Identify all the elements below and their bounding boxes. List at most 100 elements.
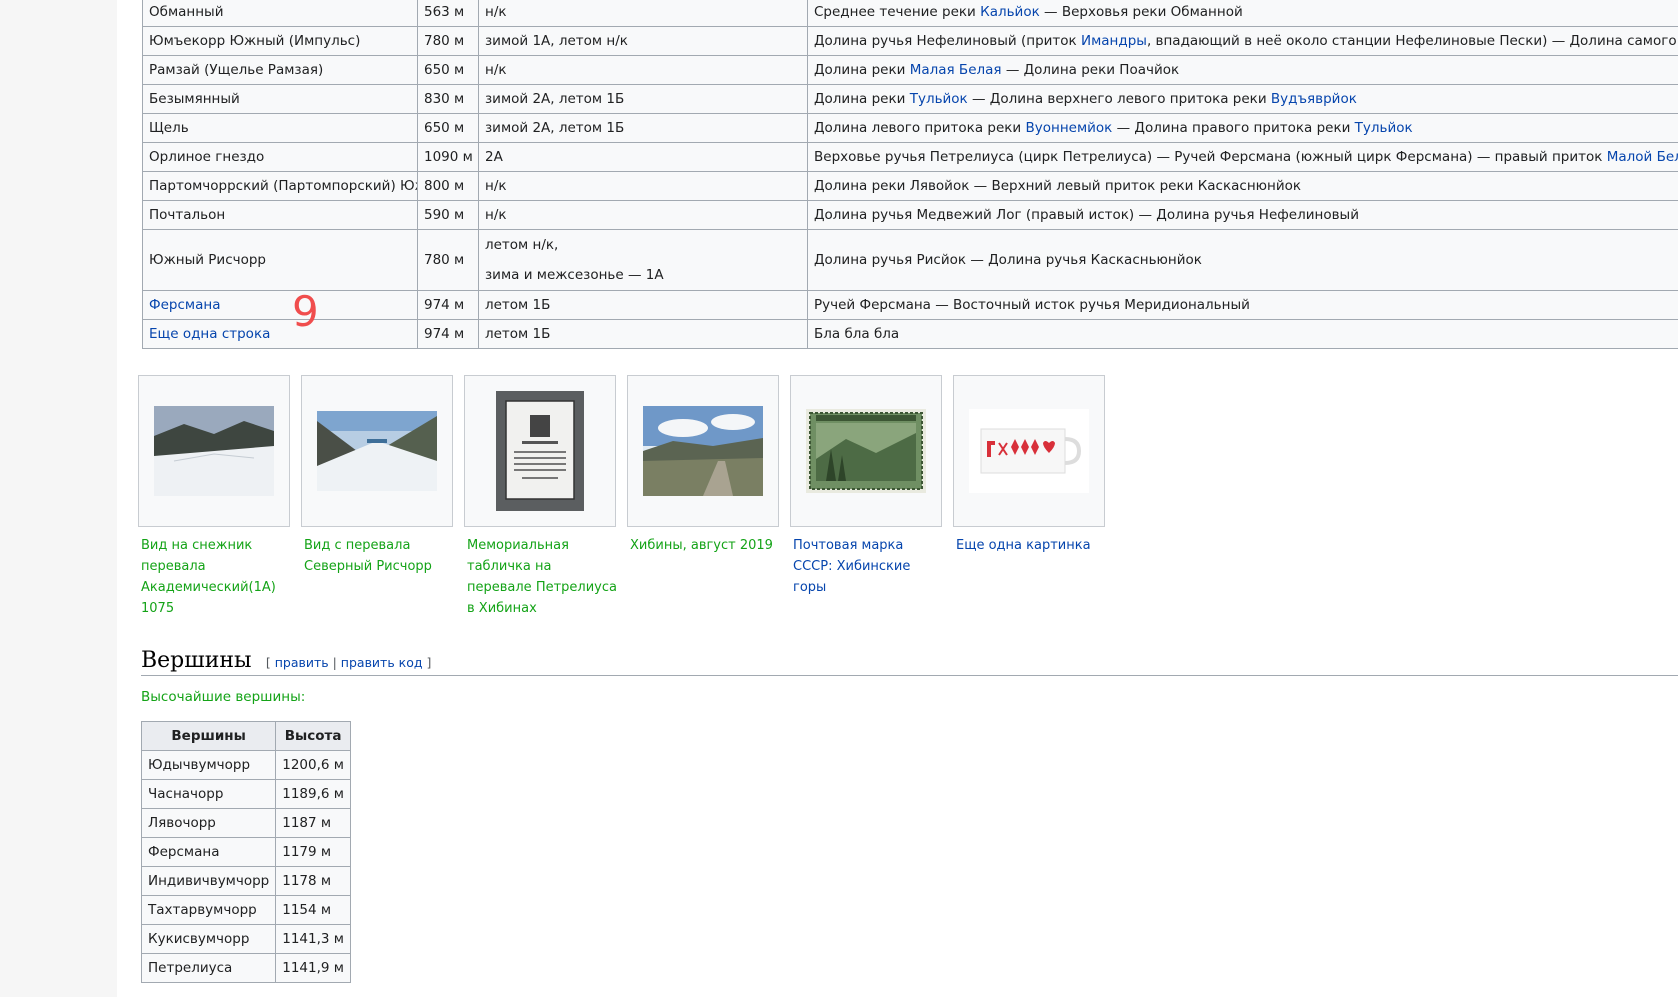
pass-route-cell: Среднее течение реки Кальйок — Верховья … bbox=[807, 0, 1678, 27]
pass-route-cell: Долина ручья Нефелиновый (приток Имандры… bbox=[807, 26, 1678, 56]
gallery-caption-6[interactable]: Еще одна картинка bbox=[953, 527, 1109, 556]
peak-name-cell: Петрелиуса bbox=[140, 953, 277, 983]
pass-route-cell: Долина ручья Рисйок — Долина ручья Каска… bbox=[807, 229, 1678, 291]
pass-name-cell: Партомчоррский (Партомпорский) Южный bbox=[142, 171, 418, 201]
route-text: Долина ручья Медвежий Лог (правый исток)… bbox=[814, 206, 1359, 223]
peak-name-cell: Индивичвумчорр bbox=[140, 866, 277, 896]
gallery-thumb-4[interactable] bbox=[627, 375, 779, 527]
route-link[interactable]: Тульйок bbox=[1355, 120, 1413, 136]
column-header-height[interactable]: Высота bbox=[275, 721, 351, 751]
column-header-peaks[interactable]: Вершины bbox=[140, 721, 277, 751]
pass-category-cell: 2А bbox=[478, 142, 808, 172]
left-sidebar bbox=[0, 0, 118, 997]
route-link[interactable]: Тульйок bbox=[910, 91, 968, 107]
table-row: Обманный 563 м н/к Среднее течение реки Кал… bbox=[142, 0, 1678, 27]
table-row: Часначорр 1189,6 м bbox=[140, 779, 351, 809]
gallery-caption-1[interactable]: Вид на снежник перевала Академический(1А… bbox=[138, 527, 294, 619]
category-line: зима и межсезонье — 1А bbox=[485, 267, 664, 283]
gallery-thumb-3[interactable] bbox=[464, 375, 616, 527]
edit-code-link[interactable]: править код bbox=[341, 655, 423, 670]
peak-name-cell: Лявочорр bbox=[140, 808, 277, 838]
gallery-thumb-5[interactable] bbox=[790, 375, 942, 527]
route-link[interactable]: Вудъяврйок bbox=[1271, 91, 1357, 107]
peak-height-cell: 1189,6 м bbox=[275, 779, 351, 809]
peak-height-cell: 1141,9 м bbox=[275, 953, 351, 983]
pass-name-cell[interactable]: Еще одна строка bbox=[142, 319, 418, 349]
table-row: Орлиное гнездо 1090 м 2А Верховье ручья Пет… bbox=[142, 142, 1678, 172]
pass-height-cell: 974 м bbox=[417, 290, 479, 320]
gallery-item: Мемориальная табличка на перевале Петрел… bbox=[464, 375, 620, 619]
pass-category-cell: зимой 2А, летом 1Б bbox=[478, 84, 808, 114]
snowfield-photo-icon bbox=[154, 406, 274, 496]
pass-name-cell: Южный Рисчорр bbox=[142, 229, 418, 291]
gallery-thumb-1[interactable] bbox=[138, 375, 290, 527]
edit-bracket-close: ] bbox=[422, 655, 432, 670]
route-text: — Долина верхнего левого притока реки bbox=[967, 90, 1271, 107]
peak-height-cell: 1179 м bbox=[275, 837, 351, 867]
pass-height-cell: 800 м bbox=[417, 171, 479, 201]
valley-photo-icon bbox=[317, 411, 437, 491]
table-row: Безымянный 830 м зимой 2А, летом 1Б Долина … bbox=[142, 84, 1678, 114]
gallery-item: Вид с перевала Северный Рисчорр bbox=[301, 375, 457, 619]
section-heading: Вершины [ править | править код ] bbox=[141, 648, 1678, 676]
table-row: Ферсмана 974 м летом 1Б Ручей Ферсмана — Во… bbox=[142, 290, 1678, 320]
pass-height-cell: 563 м bbox=[417, 0, 479, 27]
peaks-table: Вершины Высота Юдычвумчорр 1200,6 м Часнач… bbox=[140, 721, 351, 983]
route-link[interactable]: Малая Белая bbox=[910, 62, 1002, 78]
route-text: Долина левого притока реки bbox=[814, 119, 1026, 136]
table-row: Тахтарвумчорр 1154 м bbox=[140, 895, 351, 925]
pass-name-cell[interactable]: Ферсмана bbox=[142, 290, 418, 320]
peak-height-cell: 1154 м bbox=[275, 895, 351, 925]
pass-category-cell: н/к bbox=[478, 200, 808, 230]
pass-route-cell: Ручей Ферсмана — Восточный исток ручья М… bbox=[807, 290, 1678, 320]
gallery-caption-2[interactable]: Вид с перевала Северный Рисчорр bbox=[301, 527, 457, 577]
route-text: Долина ручья Нефелиновый (приток bbox=[814, 32, 1081, 49]
section-edit-links: [ править | править код ] bbox=[266, 655, 432, 670]
pass-route-cell: Долина левого притока реки Вуоннемйок — … bbox=[807, 113, 1678, 143]
pass-name-cell: Щель bbox=[142, 113, 418, 143]
pass-name-link[interactable]: Еще одна строка bbox=[149, 326, 270, 342]
pass-height-cell: 1090 м bbox=[417, 142, 479, 172]
table-header-row: Вершины Высота bbox=[140, 721, 351, 751]
article-content: Обманный 563 м н/к Среднее течение реки Кал… bbox=[117, 0, 1678, 997]
route-link[interactable]: Малой Белой bbox=[1607, 149, 1678, 165]
peak-height-cell: 1141,3 м bbox=[275, 924, 351, 954]
edit-link[interactable]: править bbox=[275, 655, 329, 670]
route-link[interactable]: Имандры bbox=[1081, 33, 1147, 49]
pass-height-cell: 650 м bbox=[417, 55, 479, 85]
table-row: Еще одна строка 974 м летом 1Б Бла бла бла bbox=[142, 319, 1678, 349]
pass-category-cell: н/к bbox=[478, 0, 808, 27]
pass-height-cell: 650 м bbox=[417, 113, 479, 143]
peak-height-cell: 1178 м bbox=[275, 866, 351, 896]
peak-name-cell: Кукисвумчорр bbox=[140, 924, 277, 954]
gallery-item: Почтовая марка СССР: Хибинские горы bbox=[790, 375, 946, 619]
pass-route-cell: Верховье ручья Петрелиуса (цирк Петрелиу… bbox=[807, 142, 1678, 172]
pass-name-cell: Обманный bbox=[142, 0, 418, 27]
pass-height-cell: 780 м bbox=[417, 26, 479, 56]
gallery-caption-4[interactable]: Хибины, август 2019 bbox=[627, 527, 783, 556]
pass-height-cell: 974 м bbox=[417, 319, 479, 349]
route-link[interactable]: Вуоннемйок bbox=[1026, 120, 1113, 136]
pass-height-cell: 830 м bbox=[417, 84, 479, 114]
category-line: летом н/к, bbox=[485, 237, 559, 253]
pass-route-cell: Бла бла бла bbox=[807, 319, 1678, 349]
gallery-caption-3[interactable]: Мемориальная табличка на перевале Петрел… bbox=[464, 527, 620, 619]
pass-name-link[interactable]: Ферсмана bbox=[149, 297, 220, 313]
postage-stamp-icon bbox=[806, 409, 926, 493]
peak-name-cell: Юдычвумчорр bbox=[140, 750, 277, 780]
edit-separator: | bbox=[328, 655, 341, 670]
route-link[interactable]: Кальйок bbox=[980, 4, 1040, 20]
pass-category-cell: н/к bbox=[478, 55, 808, 85]
gallery-caption-5[interactable]: Почтовая марка СССР: Хибинские горы bbox=[790, 527, 946, 598]
pass-route-cell: Долина реки Малая Белая — Долина реки По… bbox=[807, 55, 1678, 85]
section-title: Вершины bbox=[141, 648, 252, 673]
peak-name-cell: Тахтарвумчорр bbox=[140, 895, 277, 925]
table-row: Партомчоррский (Партомпорский) Южный800 … bbox=[142, 171, 1678, 201]
pass-name-cell: Орлиное гнездо bbox=[142, 142, 418, 172]
peak-name-cell: Часначорр bbox=[140, 779, 277, 809]
annotation-number-9: 9 bbox=[292, 287, 319, 336]
gallery-thumb-2[interactable] bbox=[301, 375, 453, 527]
table-row: Кукисвумчорр 1141,3 м bbox=[140, 924, 351, 954]
pass-height-cell: 590 м bbox=[417, 200, 479, 230]
gallery-thumb-6[interactable] bbox=[953, 375, 1105, 527]
